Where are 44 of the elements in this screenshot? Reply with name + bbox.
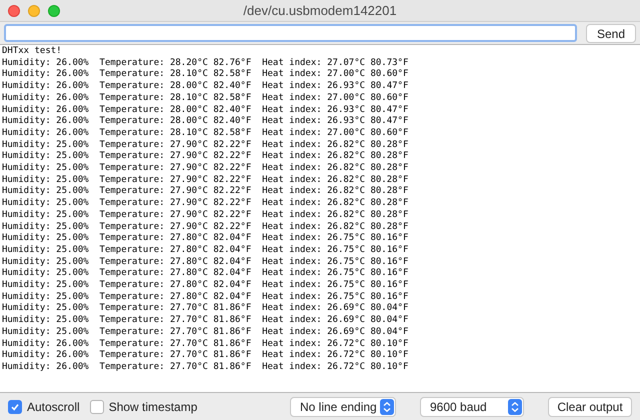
output-line: Humidity: 26.00% Temperature: 28.10°C 82.58°F Heat index: 27.00°C 80.60°F	[2, 69, 408, 81]
output-line: Humidity: 25.00% Temperature: 27.80°C 82.04°F Heat index: 26.75°C 80.16°F	[2, 244, 408, 257]
minimize-icon[interactable]	[28, 4, 40, 16]
output-line: Humidity: 26.00% Temperature: 28.00°C 82.40°F Heat index: 26.93°C 80.47°F	[2, 116, 408, 128]
output-line: Humidity: 25.00% Temperature: 27.90°C 82.22°F Heat index: 26.82°C 80.28°F	[2, 174, 408, 186]
output-line: Humidity: 25.00% Temperature: 27.80°C 82.04°F Heat index: 26.75°C 80.16°F	[2, 233, 408, 245]
window-title: /dev/cu.usbmodem142201	[243, 2, 397, 20]
output-line: Humidity: 25.00% Temperature: 27.80°C 82.04°F Heat index: 26.75°C 80.16°F	[2, 292, 408, 303]
checkbox[interactable]	[8, 400, 22, 414]
output-line: Humidity: 26.00% Temperature: 28.20°C 82.76°F Heat index: 27.07°C 80.73°F	[2, 58, 408, 69]
output-line: Humidity: 25.00% Temperature: 27.90°C 82.22°F Heat index: 26.82°C 80.28°F	[2, 163, 408, 175]
output-line: Humidity: 25.00% Temperature: 27.90°C 82.22°F Heat index: 26.82°C 80.28°F	[2, 140, 408, 151]
output-line: Humidity: 26.00% Temperature: 28.00°C 82.40°F Heat index: 26.93°C 80.47°F	[2, 81, 408, 93]
stepper-icon	[380, 398, 394, 414]
output-line: Humidity: 25.00% Temperature: 27.80°C 82.04°F Heat index: 26.75°C 80.16°F	[2, 268, 408, 280]
output-line: Humidity: 25.00% Temperature: 27.80°C 82.04°F Heat index: 26.75°C 80.16°F	[2, 256, 408, 268]
clear-output-button[interactable]: Clear output	[548, 396, 632, 416]
output-line: DHTxx test!	[2, 46, 62, 58]
output-line: Humidity: 26.00% Temperature: 27.70°C 81.86°F Heat index: 26.72°C 80.10°F	[2, 350, 408, 362]
send-button[interactable]: Send	[586, 24, 636, 42]
output-line: Humidity: 26.00% Temperature: 28.00°C 82.40°F Heat index: 26.93°C 80.47°F	[2, 104, 408, 116]
close-icon[interactable]	[8, 4, 20, 16]
output-line: Humidity: 25.00% Temperature: 27.90°C 82.22°F Heat index: 26.82°C 80.28°F	[2, 186, 408, 198]
output-line: Humidity: 25.00% Temperature: 27.90°C 82.22°F Heat index: 26.82°C 80.28°F	[2, 151, 408, 163]
dropdown[interactable]: 9600 baud	[420, 396, 524, 416]
maximize-icon[interactable]	[48, 4, 60, 16]
output-line: Humidity: 26.00% Temperature: 27.70°C 81.86°F Heat index: 26.72°C 80.10°F	[2, 362, 408, 374]
output-line: Humidity: 25.00% Temperature: 27.90°C 82.22°F Heat index: 26.82°C 80.28°F	[2, 222, 408, 233]
output-line: Humidity: 26.00% Temperature: 27.70°C 81.86°F Heat index: 26.72°C 80.10°F	[2, 338, 408, 350]
checkbox[interactable]	[90, 400, 104, 414]
output-line: Humidity: 26.00% Temperature: 28.10°C 82.58°F Heat index: 27.00°C 80.60°F	[2, 128, 408, 140]
checkbox-label: Show timestamp	[108, 398, 198, 416]
output-line: Humidity: 25.00% Temperature: 27.70°C 81.86°F Heat index: 26.69°C 80.04°F	[2, 315, 408, 327]
output-line: Humidity: 25.00% Temperature: 27.90°C 82.22°F Heat index: 26.82°C 80.28°F	[2, 210, 408, 222]
output-line: Humidity: 25.00% Temperature: 27.80°C 82.04°F Heat index: 26.75°C 80.16°F	[2, 280, 408, 292]
dropdown[interactable]: No line ending	[290, 396, 396, 416]
output-line: Humidity: 26.00% Temperature: 28.10°C 82.58°F Heat index: 27.00°C 80.60°F	[2, 92, 408, 105]
checkmark-icon	[10, 402, 20, 412]
output-line: Humidity: 25.00% Temperature: 27.70°C 81.86°F Heat index: 26.69°C 80.04°F	[2, 326, 408, 339]
stepper-icon	[508, 398, 522, 414]
message-field[interactable]	[4, 24, 577, 42]
output-line: Humidity: 25.00% Temperature: 27.90°C 82.22°F Heat index: 26.82°C 80.28°F	[2, 198, 408, 210]
output-line: Humidity: 25.00% Temperature: 27.70°C 81.86°F Heat index: 26.69°C 80.04°F	[2, 303, 408, 315]
checkbox-label: Autoscroll	[27, 398, 80, 416]
